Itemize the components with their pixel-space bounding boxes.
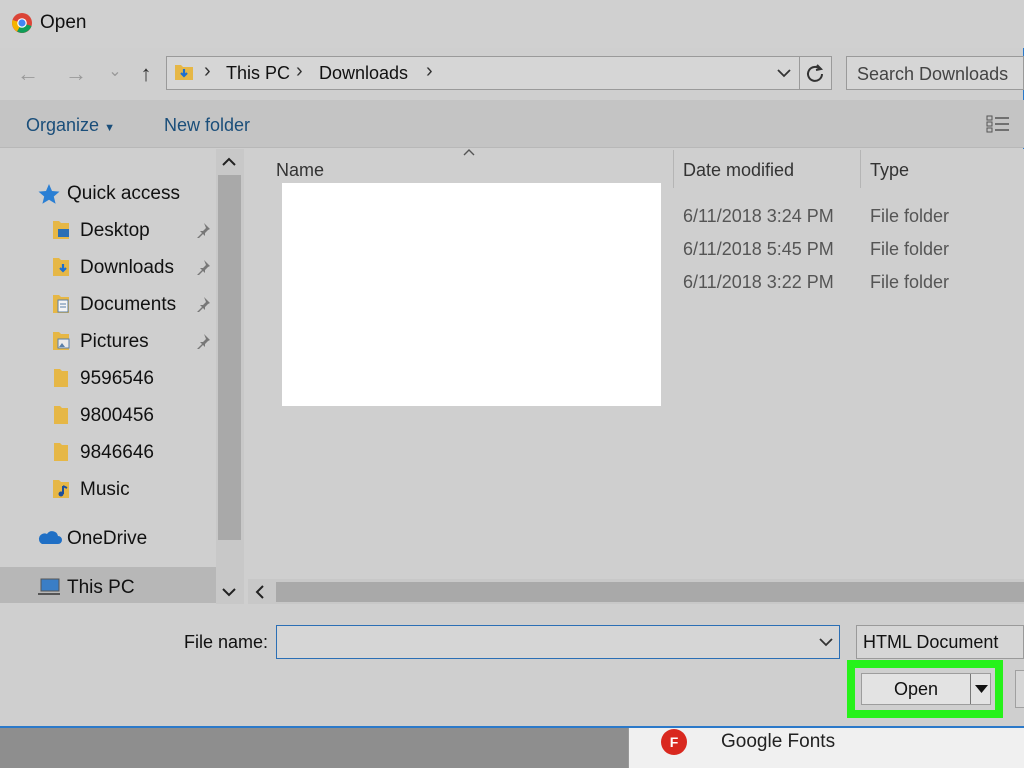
split-divider [970, 674, 971, 704]
row-date: 6/11/2018 3:22 PM [683, 272, 834, 292]
pin-icon[interactable] [195, 222, 211, 238]
sidebar-item-9846646[interactable]: 9846646 [80, 442, 154, 464]
column-header-name[interactable]: Name [276, 160, 324, 181]
search-placeholder: Search Downloads [857, 64, 1009, 84]
open-button[interactable]: Open [861, 673, 991, 705]
sidebar-item-this-pc[interactable]: This PC [67, 577, 135, 599]
background-window [0, 728, 628, 768]
sidebar-item-documents[interactable]: Documents [80, 294, 176, 316]
sidebar-item-desktop[interactable]: Desktop [80, 220, 150, 242]
sidebar-item-9596546[interactable]: 9596546 [80, 368, 154, 390]
row-date: 6/11/2018 3:24 PM [683, 206, 834, 226]
search-input[interactable]: Search Downloads [846, 56, 1024, 90]
breadcrumb-this-pc[interactable]: This PC [226, 63, 290, 84]
pin-icon[interactable] [195, 333, 211, 349]
google-fonts-label[interactable]: Google Fonts [721, 731, 835, 753]
row-type: File folder [870, 239, 950, 259]
refresh-button[interactable] [800, 56, 832, 90]
downloads-folder-icon [53, 258, 69, 276]
column-divider[interactable] [860, 150, 861, 188]
up-button[interactable]: ↑ [132, 60, 160, 88]
music-folder-icon [53, 480, 69, 498]
pin-icon[interactable] [195, 259, 211, 275]
organize-label: Organize [26, 115, 100, 135]
command-toolbar [0, 100, 1024, 148]
downloads-folder-icon [175, 65, 193, 80]
cancel-button[interactable] [1015, 670, 1024, 708]
title-bar: Open [0, 0, 1024, 48]
sidebar-item-music[interactable]: Music [80, 479, 130, 501]
redacted-file-names [282, 183, 661, 406]
file-name-label: File name: [184, 632, 269, 652]
pictures-folder-icon [53, 332, 70, 350]
column-header-date-modified[interactable]: Date modified [683, 160, 794, 181]
scroll-down-icon[interactable] [221, 586, 237, 598]
onedrive-icon [38, 531, 62, 544]
sidebar-item-downloads[interactable]: Downloads [80, 257, 174, 279]
breadcrumb-downloads[interactable]: Downloads [319, 63, 408, 84]
horizontal-scrollbar-thumb[interactable] [276, 582, 1024, 602]
column-divider[interactable] [673, 150, 674, 188]
file-type-select[interactable]: HTML Document [856, 625, 1024, 659]
nav-scrollbar-thumb[interactable] [218, 175, 241, 540]
forward-button[interactable]: → [62, 60, 90, 88]
documents-folder-icon [53, 295, 69, 313]
dropdown-arrow-icon[interactable] [975, 685, 988, 694]
back-button[interactable]: ← [14, 60, 42, 88]
row-type: File folder [870, 206, 950, 226]
caret-down-icon: ▼ [104, 122, 115, 134]
scroll-up-icon[interactable] [221, 156, 237, 168]
chevron-down-icon[interactable] [818, 636, 834, 648]
open-button-label: Open [893, 679, 939, 699]
sidebar-item-9800456[interactable]: 9800456 [80, 405, 154, 427]
sidebar-item-quick-access[interactable]: Quick access [67, 183, 180, 205]
folder-icon [54, 369, 68, 387]
window-title: Open [40, 12, 87, 33]
sidebar-item-pictures[interactable]: Pictures [80, 331, 149, 353]
desktop-folder-icon [53, 221, 69, 239]
view-options-icon[interactable] [986, 114, 1010, 134]
recent-locations-button[interactable]: ⌄ [101, 58, 129, 86]
sort-ascending-icon [463, 149, 475, 156]
folder-icon [54, 406, 68, 424]
file-type-value: HTML Document [863, 632, 999, 652]
scroll-left-icon[interactable] [254, 584, 266, 600]
folder-icon [54, 443, 68, 461]
row-date: 6/11/2018 5:45 PM [683, 239, 834, 259]
google-fonts-icon: F [661, 729, 687, 755]
pin-icon[interactable] [195, 296, 211, 312]
breadcrumb-separator: › [426, 60, 433, 82]
file-name-input[interactable] [276, 625, 840, 659]
computer-icon [38, 578, 60, 595]
breadcrumb-separator: › [204, 60, 211, 82]
chrome-icon [12, 13, 32, 33]
refresh-icon [807, 64, 824, 82]
sidebar-item-onedrive[interactable]: OneDrive [67, 528, 147, 550]
organize-button[interactable]: Organize ▼ [26, 115, 115, 136]
column-header-type[interactable]: Type [870, 160, 909, 181]
breadcrumb-separator: › [296, 60, 303, 82]
row-type: File folder [870, 272, 950, 292]
new-folder-button[interactable]: New folder [164, 115, 250, 136]
chevron-down-icon[interactable] [776, 67, 792, 79]
star-icon [38, 184, 60, 204]
